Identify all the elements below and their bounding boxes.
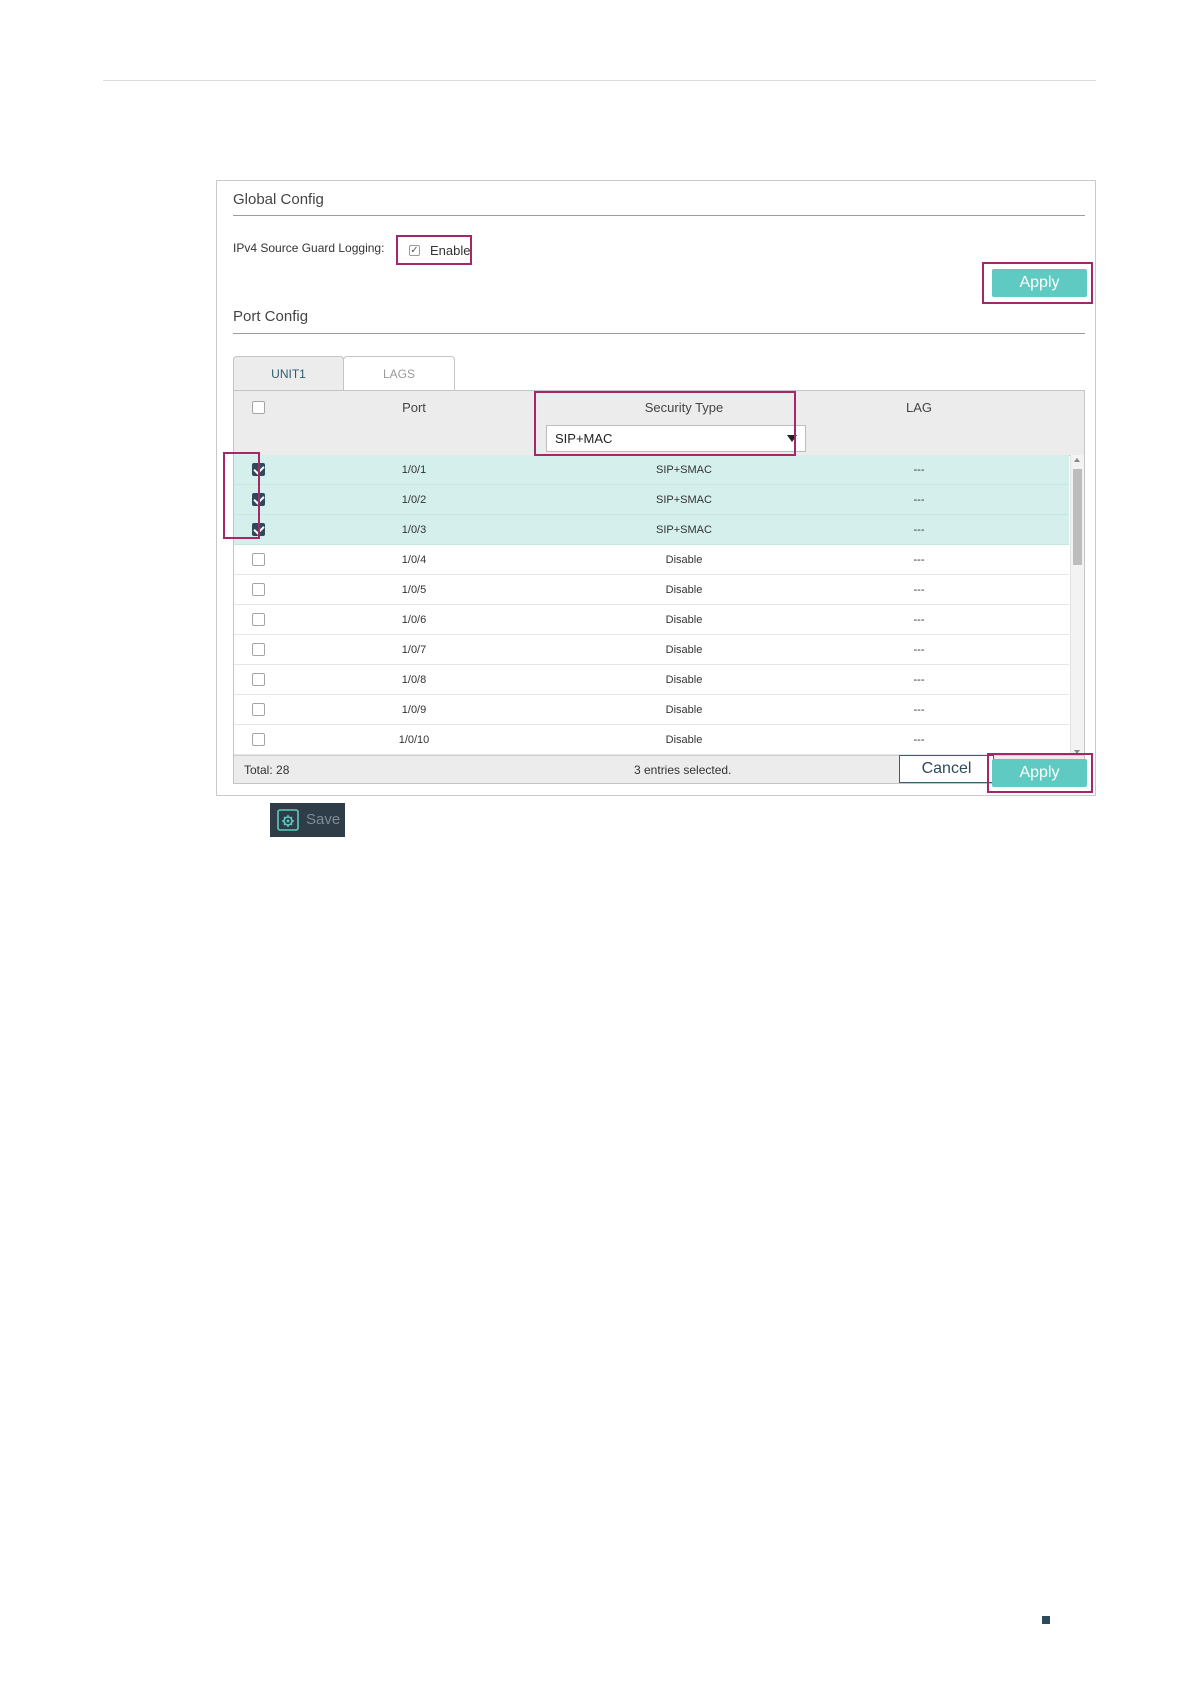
table-row[interactable]: 1/0/10 Disable --- <box>234 725 1069 755</box>
table-scrollbar[interactable] <box>1070 455 1084 757</box>
table-row[interactable]: 1/0/4 Disable --- <box>234 545 1069 575</box>
row-checkbox[interactable] <box>252 733 265 746</box>
global-apply-highlight: Apply <box>982 262 1093 304</box>
lag-cell: --- <box>913 644 925 656</box>
lag-cell: --- <box>913 614 925 626</box>
security-type-cell: Disable <box>665 614 703 626</box>
column-header-port: Port <box>402 400 426 415</box>
port-cell: 1/0/7 <box>401 644 427 656</box>
port-apply-button[interactable]: Apply <box>992 759 1087 787</box>
enable-checkbox-group[interactable]: ✓ Enable <box>396 235 472 265</box>
port-cell: 1/0/9 <box>401 704 427 716</box>
port-cell: 1/0/4 <box>401 554 427 566</box>
cancel-button[interactable]: Cancel <box>899 755 994 783</box>
row-checkbox-highlight <box>223 452 260 539</box>
column-header-lag: LAG <box>905 400 932 415</box>
table-body: 1/0/1 SIP+SMAC --- 1/0/2 SIP+SMAC --- 1/… <box>234 455 1069 757</box>
port-apply-highlight: Apply <box>987 753 1093 793</box>
lag-cell: --- <box>913 584 925 596</box>
lag-cell: --- <box>913 464 925 476</box>
lag-cell: --- <box>913 524 925 536</box>
total-count: Total: 28 <box>244 763 290 777</box>
port-config-title: Port Config <box>233 308 309 325</box>
tab-unit1[interactable]: UNIT1 <box>233 356 344 390</box>
scroll-up-icon[interactable] <box>1074 458 1080 462</box>
table-row[interactable]: 1/0/2 SIP+SMAC --- <box>234 485 1069 515</box>
security-type-cell: Disable <box>665 644 703 656</box>
row-checkbox[interactable] <box>252 673 265 686</box>
lag-cell: --- <box>913 554 925 566</box>
enable-label: Enable <box>430 243 471 258</box>
lag-cell: --- <box>913 734 925 746</box>
select-all-checkbox[interactable] <box>252 401 265 414</box>
security-type-cell: Disable <box>665 584 703 596</box>
security-type-cell: Disable <box>665 674 703 686</box>
save-gear-icon <box>277 809 299 831</box>
security-type-cell: SIP+SMAC <box>656 524 712 536</box>
logging-label: IPv4 Source Guard Logging: <box>233 241 385 255</box>
row-checkbox[interactable] <box>252 643 265 656</box>
row-checkbox[interactable] <box>252 553 265 566</box>
port-cell: 1/0/8 <box>401 674 427 686</box>
table-row[interactable]: 1/0/6 Disable --- <box>234 605 1069 635</box>
save-label: Save <box>306 811 341 828</box>
lag-cell: --- <box>913 674 925 686</box>
lag-cell: --- <box>913 494 925 506</box>
row-checkbox[interactable] <box>252 703 265 716</box>
page-top-rule <box>103 80 1096 81</box>
enable-checkbox[interactable]: ✓ <box>409 245 420 256</box>
port-cell: 1/0/3 <box>401 524 427 536</box>
save-button[interactable]: Save <box>270 803 345 837</box>
port-config-divider <box>233 333 1085 334</box>
table-row[interactable]: 1/0/8 Disable --- <box>234 665 1069 695</box>
table-row[interactable]: 1/0/1 SIP+SMAC --- <box>234 455 1069 485</box>
table-footer: Total: 28 3 entries selected. Cancel <box>234 755 1084 783</box>
page-corner-mark <box>1042 1616 1050 1624</box>
security-type-cell: SIP+SMAC <box>656 494 712 506</box>
global-config-title: Global Config <box>233 191 324 208</box>
security-type-cell: SIP+SMAC <box>656 464 712 476</box>
table-row[interactable]: 1/0/3 SIP+SMAC --- <box>234 515 1069 545</box>
port-cell: 1/0/2 <box>401 494 427 506</box>
port-cell: 1/0/1 <box>401 464 427 476</box>
table-row[interactable]: 1/0/9 Disable --- <box>234 695 1069 725</box>
table-row[interactable]: 1/0/7 Disable --- <box>234 635 1069 665</box>
security-type-highlight <box>534 391 796 456</box>
security-type-cell: Disable <box>665 734 703 746</box>
global-config-divider <box>233 215 1085 216</box>
lag-cell: --- <box>913 704 925 716</box>
table-row[interactable]: 1/0/5 Disable --- <box>234 575 1069 605</box>
port-cell: 1/0/5 <box>401 584 427 596</box>
security-type-cell: Disable <box>665 704 703 716</box>
tab-lags[interactable]: LAGS <box>343 356 455 390</box>
row-checkbox[interactable] <box>252 613 265 626</box>
scrollbar-thumb[interactable] <box>1073 469 1082 565</box>
selection-status: 3 entries selected. <box>634 763 732 777</box>
port-cell: 1/0/10 <box>398 734 430 746</box>
security-type-cell: Disable <box>665 554 703 566</box>
port-cell: 1/0/6 <box>401 614 427 626</box>
ip-source-guard-panel: Global Config IPv4 Source Guard Logging:… <box>216 180 1096 796</box>
global-apply-button[interactable]: Apply <box>992 269 1087 297</box>
row-checkbox[interactable] <box>252 583 265 596</box>
